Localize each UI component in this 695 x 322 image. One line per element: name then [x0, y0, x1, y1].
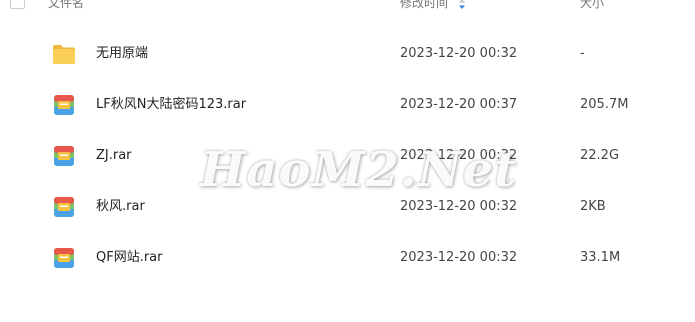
file-modified: 2023-12-20 00:32 [400, 46, 518, 61]
file-row[interactable]: QF网站.rar 2023-12-20 00:32 33.1M [0, 237, 695, 279]
file-name[interactable]: 秋风.rar [96, 199, 145, 215]
watermark: HaoM2.Net [200, 142, 518, 198]
file-size: 2KB [580, 199, 606, 214]
file-name[interactable]: ZJ.rar [96, 148, 132, 164]
file-name[interactable]: 无用原端 [96, 46, 148, 62]
file-list-page: 文件名 修改时间 大小 无用原端 2023-12-20 00:32 - LF秋风… [0, 0, 695, 322]
column-header-name[interactable]: 文件名 [48, 0, 84, 10]
archive-icon [54, 146, 74, 166]
archive-icon [54, 197, 74, 217]
file-size: 22.2G [580, 148, 620, 163]
file-list-header: 文件名 修改时间 大小 [0, 0, 695, 14]
file-size: 33.1M [580, 250, 621, 265]
file-modified: 2023-12-20 00:37 [400, 97, 518, 112]
file-modified: 2023-12-20 00:32 [400, 250, 518, 265]
sort-icon[interactable] [458, 0, 466, 9]
file-name[interactable]: LF秋风N大陆密码123.rar [96, 97, 246, 113]
file-size: - [580, 46, 585, 61]
file-size: 205.7M [580, 97, 629, 112]
folder-icon [53, 45, 75, 64]
file-modified: 2023-12-20 00:32 [400, 199, 518, 214]
file-name[interactable]: QF网站.rar [96, 250, 163, 266]
file-row[interactable]: LF秋风N大陆密码123.rar 2023-12-20 00:37 205.7M [0, 84, 695, 126]
archive-icon [54, 248, 74, 268]
select-all-checkbox[interactable] [10, 0, 25, 9]
archive-icon [54, 95, 74, 115]
column-header-size[interactable]: 大小 [580, 0, 604, 10]
column-header-modified[interactable]: 修改时间 [400, 0, 448, 10]
file-row[interactable]: 无用原端 2023-12-20 00:32 - [0, 33, 695, 75]
